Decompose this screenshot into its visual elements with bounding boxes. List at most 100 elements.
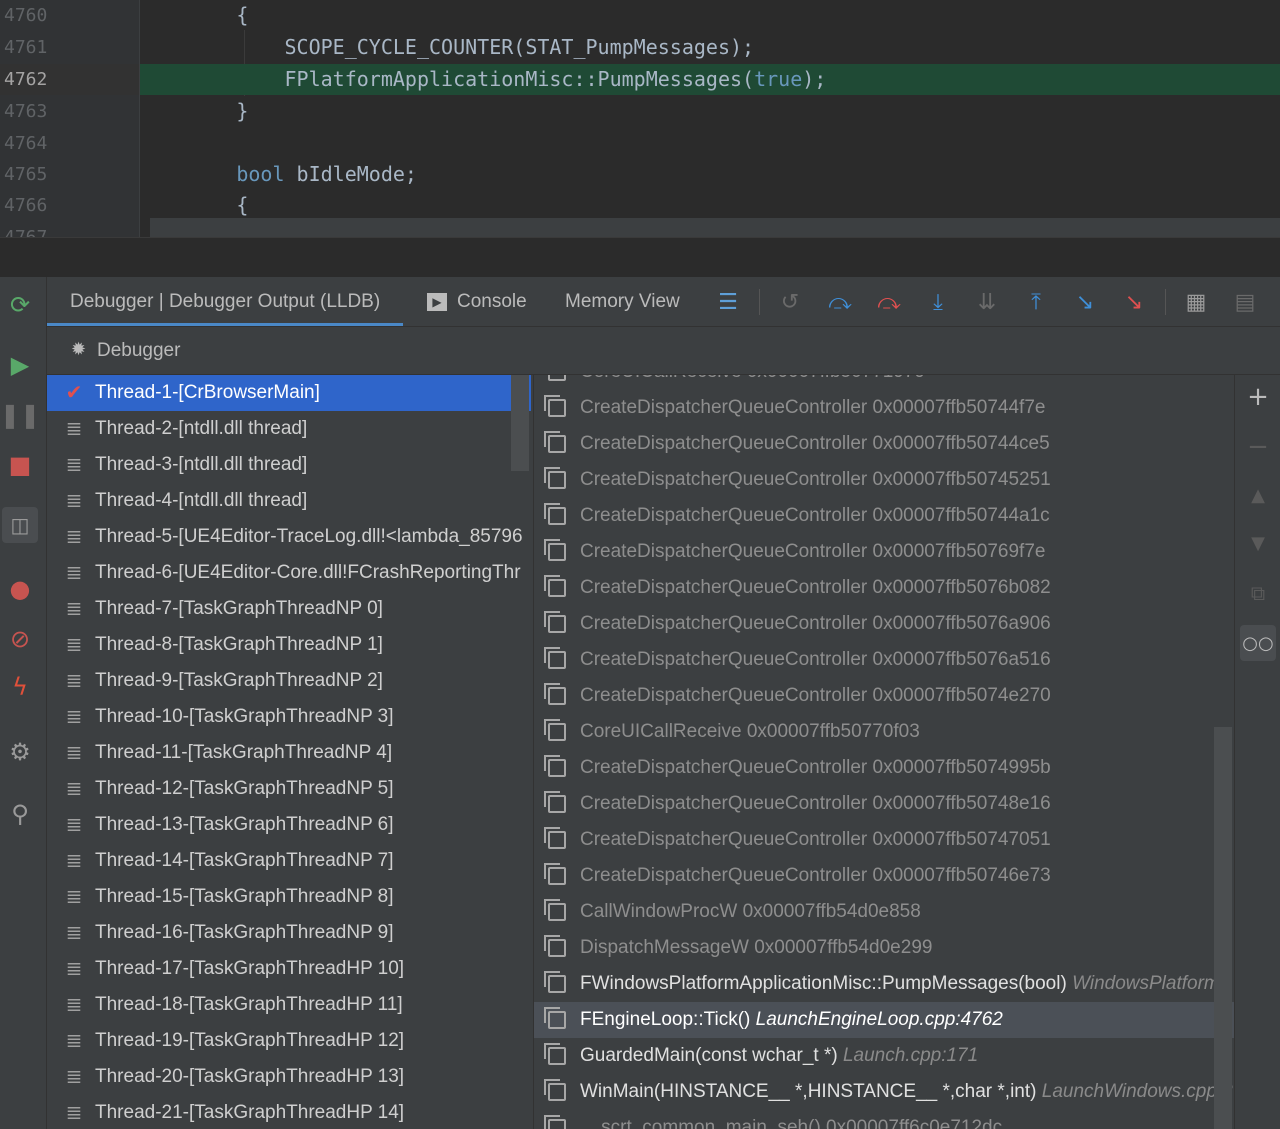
frame-row[interactable]: DispatchMessageW 0x00007ffb54d0e299 (534, 930, 1234, 966)
toolbar-divider (759, 289, 760, 315)
frames-scrollbar[interactable] (1214, 727, 1232, 1129)
frame-row[interactable]: CreateDispatcherQueueController 0x00007f… (534, 858, 1234, 894)
frame-icon (544, 719, 566, 741)
horizontal-scrollbar[interactable] (150, 218, 1280, 237)
stop-icon[interactable]: ■ (0, 445, 40, 485)
thunder-icon[interactable]: ϟ (0, 667, 40, 707)
frame-row[interactable]: CreateDispatcherQueueController 0x00007f… (534, 390, 1234, 426)
threads-scrollbar[interactable] (511, 375, 529, 471)
frame-row[interactable]: CreateDispatcherQueueController 0x00007f… (534, 822, 1234, 858)
frame-row[interactable]: __scrt_common_main_seh() 0x00007ff6c0e71… (534, 1110, 1234, 1129)
thread-icon: ≣ (65, 454, 83, 476)
frames-list[interactable]: CoreUICallReceive 0x00007ffb50771979 Crea… (533, 375, 1234, 1129)
move-down-icon[interactable]: ▼ (1238, 523, 1278, 563)
resume-icon[interactable]: ▶ (0, 345, 40, 385)
thread-row[interactable]: ≣ Thread-8-[TaskGraphThreadNP 1] (47, 627, 531, 663)
mute-breakpoints-icon[interactable]: ⊘ (0, 619, 40, 659)
thread-row[interactable]: ≣ Thread-15-[TaskGraphThreadNP 8] (47, 879, 531, 915)
thread-row[interactable]: ≣ Thread-3-[ntdll.dll thread] (47, 447, 531, 483)
thread-row[interactable]: ≣ Thread-19-[TaskGraphThreadHP 12] (47, 1023, 531, 1059)
frame-icon (544, 395, 566, 417)
layout-icon[interactable]: ▤ (1229, 286, 1261, 318)
frame-row[interactable]: CreateDispatcherQueueController 0x00007f… (534, 534, 1234, 570)
frame-label: CreateDispatcherQueueController 0x00007f… (580, 793, 1051, 814)
code-line[interactable]: bool bIdleMode; (140, 159, 1280, 190)
tab-console[interactable]: ▶ Console (427, 277, 527, 326)
pin-icon[interactable]: ⚲ (0, 794, 40, 834)
debugger-subheader-label: Debugger (97, 340, 181, 361)
thread-row[interactable]: ≣ Thread-6-[UE4Editor-Core.dll!FCrashRepo… (47, 555, 531, 591)
frame-row[interactable]: FWindowsPlatformApplicationMisc::PumpMes… (534, 966, 1234, 1002)
thread-icon: ≣ (65, 1030, 83, 1052)
force-run-to-cursor-icon[interactable]: ↘ (1118, 286, 1150, 318)
table-icon[interactable]: ▦ (1180, 286, 1212, 318)
thread-row[interactable]: ≣ Thread-10-[TaskGraphThreadNP 3] (47, 699, 531, 735)
code-editor[interactable]: 4760 4761 4762 4763 4764 4765 4766 4767 … (0, 0, 1280, 237)
add-icon[interactable]: + (1238, 377, 1278, 417)
line-number: 4763 (4, 101, 48, 122)
thread-row[interactable]: ≣ Thread-16-[TaskGraphThreadNP 9] (47, 915, 531, 951)
frame-row[interactable]: FEngineLoop::Tick() LaunchEngineLoop.cpp… (534, 1002, 1234, 1038)
frame-row[interactable]: CreateDispatcherQueueController 0x00007f… (534, 678, 1234, 714)
frame-text: CreateDispatcherQueueController 0x00007f… (580, 750, 1051, 786)
step-into-icon[interactable]: ⤓ (922, 286, 954, 318)
pause-icon[interactable]: ❚❚ (0, 395, 40, 435)
lines-icon[interactable]: ☰ (712, 286, 744, 318)
frame-row[interactable]: WinMain(HINSTANCE__ *,HINSTANCE__ *,char… (534, 1074, 1234, 1110)
rerun-icon[interactable]: ⟳ (0, 285, 40, 325)
thread-row[interactable]: ≣ Thread-21-[TaskGraphThreadHP 14] (47, 1095, 531, 1129)
frame-row[interactable]: CreateDispatcherQueueController 0x00007f… (534, 462, 1234, 498)
frame-row[interactable]: GuardedMain(const wchar_t *) Launch.cpp:… (534, 1038, 1234, 1074)
frame-row[interactable]: CreateDispatcherQueueController 0x00007f… (534, 498, 1234, 534)
thread-row[interactable]: ≣ Thread-4-[ntdll.dll thread] (47, 483, 531, 519)
step-back-icon[interactable]: ↺ (774, 286, 806, 318)
thread-row[interactable]: ≣ Thread-9-[TaskGraphThreadNP 2] (47, 663, 531, 699)
frame-row[interactable]: CallWindowProcW 0x00007ffb54d0e858 (534, 894, 1234, 930)
tab-debugger[interactable]: Debugger | Debugger Output (LLDB) (47, 277, 403, 326)
thread-row[interactable]: ≣ Thread-2-[ntdll.dll thread] (47, 411, 531, 447)
thread-row[interactable]: ≣ Thread-12-[TaskGraphThreadNP 5] (47, 771, 531, 807)
breakpoints-icon[interactable]: ● (0, 569, 40, 609)
code-line[interactable] (140, 128, 1280, 159)
code-line[interactable]: { (140, 0, 1280, 31)
thread-row[interactable]: ≣ Thread-13-[TaskGraphThreadNP 6] (47, 807, 531, 843)
thread-row[interactable]: ≣ Thread-14-[TaskGraphThreadNP 7] (47, 843, 531, 879)
frame-row[interactable]: CreateDispatcherQueueController 0x00007f… (534, 570, 1234, 606)
frame-row[interactable]: CoreUICallReceive 0x00007ffb50771979 (534, 375, 1234, 390)
frame-row[interactable]: CreateDispatcherQueueController 0x00007f… (534, 786, 1234, 822)
code-line-current[interactable]: FPlatformApplicationMisc::PumpMessages(t… (140, 64, 1280, 95)
tab-memory-view[interactable]: Memory View (565, 277, 680, 326)
layout-toggle-icon[interactable]: ◫ (2, 507, 38, 543)
threads-list[interactable]: ✔ Thread-1-[CrBrowserMain] ≣ Thread-2-[ntdl… (47, 375, 531, 1129)
thread-row[interactable]: ≣ Thread-20-[TaskGraphThreadHP 13] (47, 1059, 531, 1095)
code-line[interactable]: SCOPE_CYCLE_COUNTER(STAT_PumpMessages); (140, 32, 1280, 63)
code-line[interactable]: } (140, 96, 1280, 127)
thread-icon: ≣ (65, 706, 83, 728)
thread-row[interactable]: ≣ Thread-18-[TaskGraphThreadHP 11] (47, 987, 531, 1023)
remove-icon[interactable]: − (1238, 427, 1278, 467)
step-over-red-icon[interactable]: ⤼ (873, 286, 905, 318)
force-step-into-icon[interactable]: ⇊ (971, 286, 1003, 318)
frame-row[interactable]: CreateDispatcherQueueController 0x00007f… (534, 606, 1234, 642)
settings-icon[interactable]: ⚙ (0, 732, 40, 772)
glasses-icon[interactable]: ○○ (1240, 625, 1276, 661)
line-number-gutter: 4760 4761 4762 4763 4764 4765 4766 4767 (0, 0, 140, 237)
move-up-icon[interactable]: ▲ (1238, 475, 1278, 515)
duplicate-icon[interactable]: ⧉ (1238, 573, 1278, 613)
thread-label: Thread-14-[TaskGraphThreadNP 7] (95, 850, 394, 871)
frame-label: CreateDispatcherQueueController 0x00007f… (580, 433, 1050, 454)
frame-row[interactable]: CreateDispatcherQueueController 0x00007f… (534, 750, 1234, 786)
thread-icon: ≣ (65, 958, 83, 980)
frame-row[interactable]: CreateDispatcherQueueController 0x00007f… (534, 642, 1234, 678)
thread-row[interactable]: ≣ Thread-7-[TaskGraphThreadNP 0] (47, 591, 531, 627)
step-over-icon[interactable]: ⤼ (824, 286, 856, 318)
thread-row[interactable]: ✔ Thread-1-[CrBrowserMain] (47, 375, 531, 411)
thread-row[interactable]: ≣ Thread-11-[TaskGraphThreadNP 4] (47, 735, 531, 771)
run-to-cursor-icon[interactable]: ↘ (1069, 286, 1101, 318)
frame-row[interactable]: CoreUICallReceive 0x00007ffb50770f03 (534, 714, 1234, 750)
frame-row[interactable]: CreateDispatcherQueueController 0x00007f… (534, 426, 1234, 462)
thread-row[interactable]: ≣ Thread-5-[UE4Editor-TraceLog.dll!<lambd… (47, 519, 531, 555)
step-out-icon[interactable]: ⤒ (1020, 286, 1052, 318)
code-line[interactable]: { (140, 190, 1280, 221)
thread-row[interactable]: ≣ Thread-17-[TaskGraphThreadHP 10] (47, 951, 531, 987)
